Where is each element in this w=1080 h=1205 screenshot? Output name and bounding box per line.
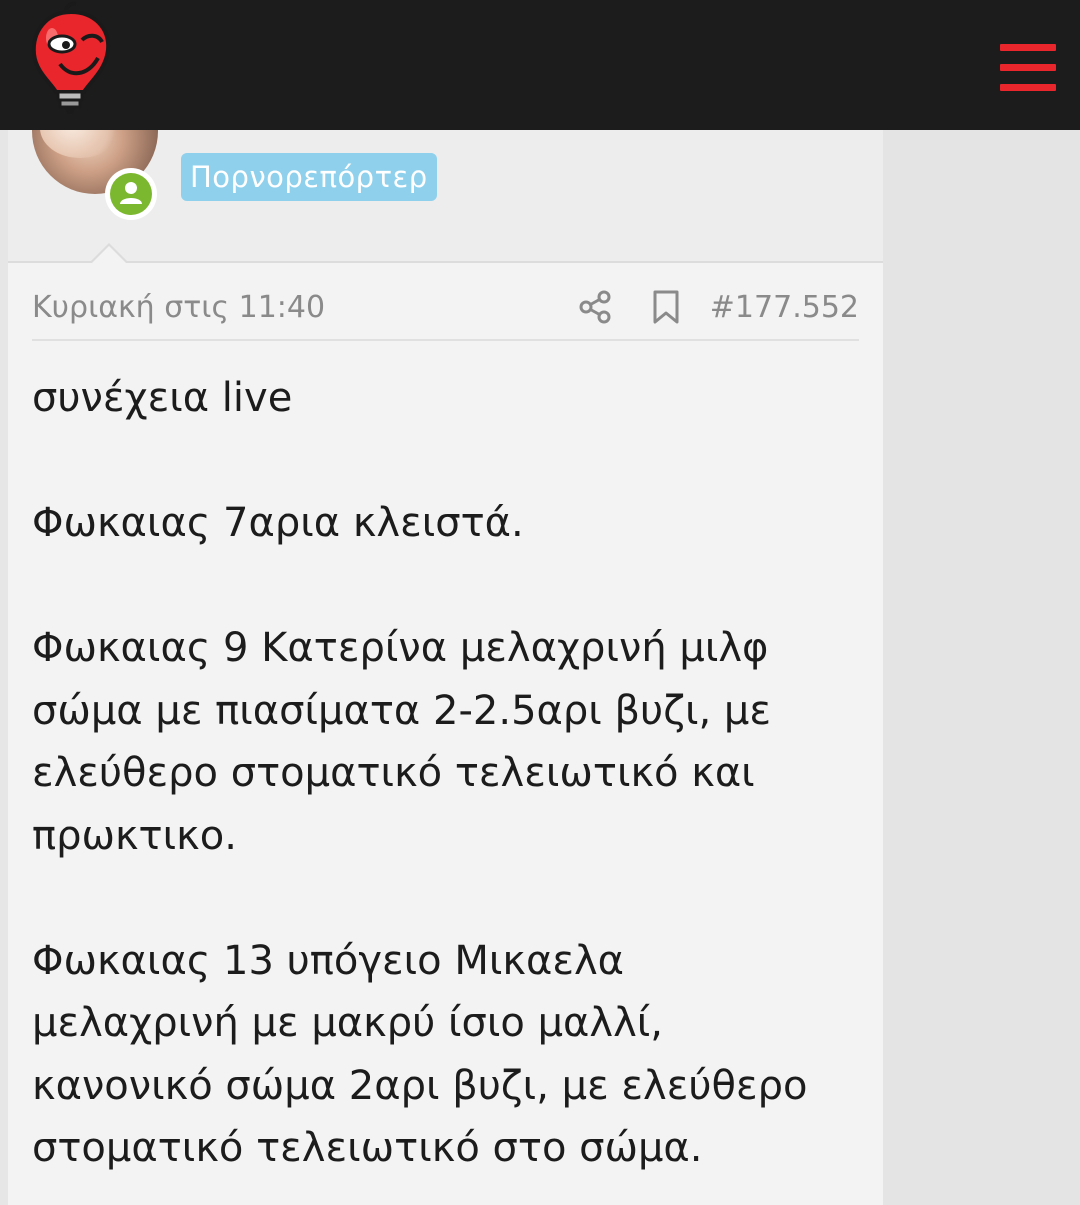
post-message: Κυριακή στις 11:40 #177.552 συνέχεια liv… bbox=[8, 243, 883, 1205]
message-body: συνέχεια live Φωκαιας 7αρια κλειστά. Φωκ… bbox=[32, 367, 862, 1180]
message-line: μελαχρινή με μακρύ ίσιο μαλλί, bbox=[32, 1000, 663, 1046]
message-line: Φωκαιας 13 υπόγειο Μικαελα bbox=[32, 937, 624, 984]
hamburger-menu-icon[interactable] bbox=[996, 40, 1060, 96]
user-title-badge: Πορνορεπόρτερ bbox=[181, 153, 437, 201]
share-icon[interactable] bbox=[577, 289, 613, 325]
bookmark-icon[interactable] bbox=[651, 289, 681, 325]
message-line: Φωκαιας 7αρια κλειστά. bbox=[32, 500, 524, 546]
post-user-header: Πορνορεπόρτερ bbox=[8, 68, 883, 261]
post-date[interactable]: Κυριακή στις 11:40 bbox=[32, 290, 325, 325]
message-line: πρωκτικο. bbox=[32, 812, 237, 859]
user-online-icon bbox=[105, 168, 157, 220]
post-meta: Κυριακή στις 11:40 #177.552 bbox=[32, 263, 859, 341]
message-line: συνέχεια live bbox=[32, 375, 293, 421]
top-bar bbox=[0, 0, 1080, 130]
message-line: Φωκαιας 9 Κατερίνα μελαχρινή μιλφ bbox=[32, 625, 769, 671]
message-line bbox=[32, 867, 862, 930]
lightbulb-mascot-icon[interactable] bbox=[26, 0, 116, 118]
message-line: στοματικό τελειωτικό στο σώμα. bbox=[32, 1125, 703, 1171]
post-number-link[interactable]: #177.552 bbox=[710, 290, 859, 325]
right-gutter bbox=[883, 130, 1080, 1205]
message-line bbox=[32, 430, 862, 493]
message-line: σώμα με πιασίματα 2-2.5αρι βυζι, με bbox=[32, 687, 771, 734]
message-line: ελεύθερο στοματικό τελειωτικό και bbox=[32, 750, 755, 796]
message-line bbox=[32, 555, 862, 618]
message-line: κανονικό σώμα 2αρι βυζι, με ελεύθερο bbox=[32, 1062, 808, 1109]
